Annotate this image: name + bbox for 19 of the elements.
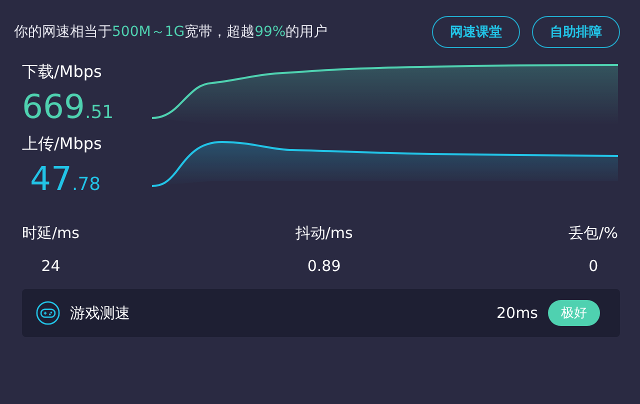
game-speed-label: 游戏测速 xyxy=(70,304,131,322)
speed-summary: 你的网速相当于500M～1G宽带，超越99%的用户 xyxy=(14,23,328,41)
speed-value: 669 xyxy=(22,87,85,126)
metric-value: 0 xyxy=(588,257,598,275)
speed-value: 47 xyxy=(30,159,72,198)
speed-label: 下载/Mbps xyxy=(22,62,103,83)
game-latency: 20ms xyxy=(496,304,538,322)
rating-badge: 极好 xyxy=(548,300,600,326)
metric-label: 抖动/ms xyxy=(295,224,353,243)
outline-button[interactable]: 网速课堂 xyxy=(432,16,520,48)
metric-label: 时延/ms xyxy=(22,224,80,243)
outline-button[interactable]: 自助排障 xyxy=(532,16,620,48)
metric-value: 0.89 xyxy=(307,257,341,275)
speed-decimal: .78 xyxy=(72,174,101,195)
metric-value: 24 xyxy=(41,257,60,275)
metric-label: 丢包/% xyxy=(568,224,618,243)
gamepad-icon xyxy=(36,301,60,325)
speed-label: 上传/Mbps xyxy=(22,134,103,155)
speed-decimal: .51 xyxy=(85,102,114,123)
